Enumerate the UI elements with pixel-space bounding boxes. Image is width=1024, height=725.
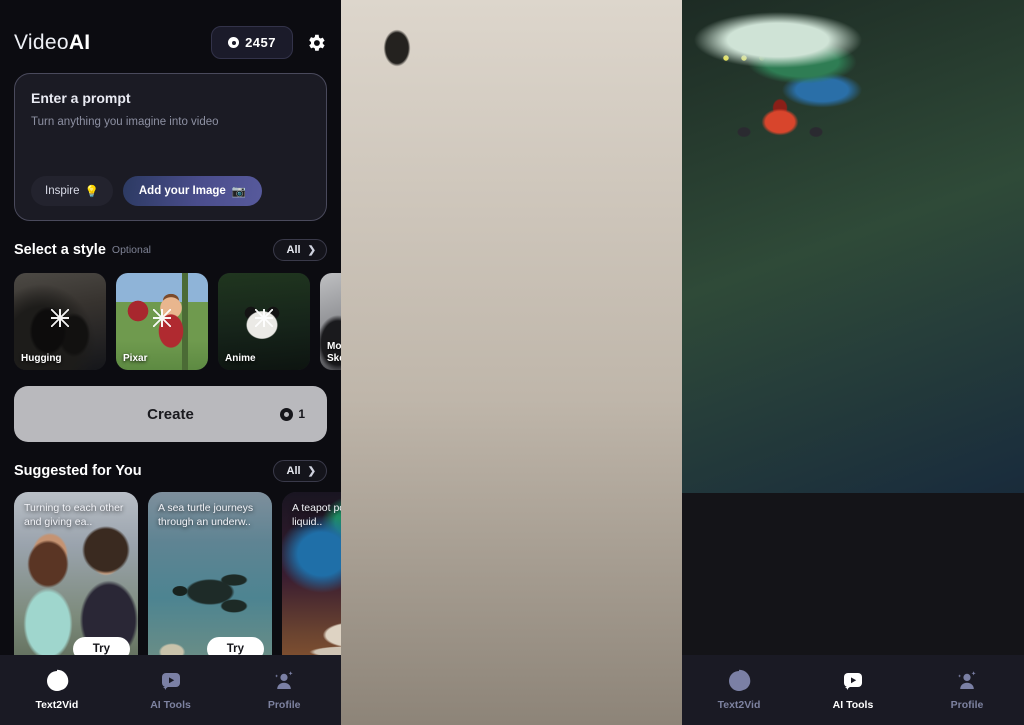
- credits-pill[interactable]: 2457: [211, 26, 293, 59]
- style-all-label: All: [286, 244, 301, 256]
- prompt-card[interactable]: Enter a prompt Turn anything you imagine…: [14, 73, 327, 221]
- spiral-icon: [727, 669, 751, 693]
- suggested-all-label: All: [286, 465, 301, 477]
- chevron-right-icon: ❯: [307, 244, 316, 256]
- gear-icon[interactable]: [305, 32, 327, 54]
- suggested-section-header: Suggested for You All ❯: [0, 460, 341, 482]
- style-section-header: Select a style Optional All ❯: [0, 239, 341, 261]
- nav-label: Text2Vid: [35, 699, 79, 711]
- style-card-anime[interactable]: Anime: [218, 273, 310, 370]
- person-sparkle-icon: [955, 669, 979, 693]
- trend-card-train[interactable]: [682, 0, 1024, 725]
- trend-card-list[interactable]: [682, 0, 1024, 725]
- right-bottom-nav: Text2Vid AI Tools Profile: [682, 655, 1024, 725]
- left-panel-text2vid: VideoAI 2457 Enter a prompt Turn anythin…: [0, 0, 341, 725]
- left-header: VideoAI 2457: [0, 0, 341, 59]
- create-cost-value: 1: [298, 407, 305, 421]
- style-card-pixar[interactable]: Pixar: [116, 273, 208, 370]
- nav-item-text2vid[interactable]: Text2Vid: [682, 669, 796, 711]
- camera-icon: 📷: [231, 186, 247, 198]
- logo-prefix: Video: [14, 30, 69, 54]
- nav-item-ai-tools[interactable]: AI Tools: [114, 669, 228, 711]
- mid-suggested-thumbs[interactable]: [341, 0, 682, 725]
- create-cost: 1: [280, 407, 305, 421]
- sparkle-icon: [153, 308, 171, 327]
- style-card-label: Anime: [225, 352, 256, 364]
- style-card-monster-sketch[interactable]: Mon Sket: [320, 273, 341, 370]
- nav-item-profile[interactable]: Profile: [910, 669, 1024, 711]
- sparkle-icon: [51, 308, 69, 327]
- person-sparkle-icon: [272, 669, 296, 693]
- suggested-card[interactable]: A sea turtle journeys through an underw.…: [148, 492, 272, 669]
- app-logo: VideoAI: [14, 31, 90, 55]
- suggested-all-button[interactable]: All ❯: [272, 460, 327, 482]
- nav-label: Text2Vid: [717, 699, 761, 711]
- suggested-card-list[interactable]: Turning to each other and giving ea.. Tr…: [0, 482, 341, 669]
- left-bottom-nav: Text2Vid AI Tools Profile: [0, 655, 341, 725]
- suggested-card[interactable]: Turning to each other and giving ea.. Tr…: [14, 492, 138, 669]
- video-sparkle-icon: [159, 669, 183, 693]
- three-panel-screenshot: VideoAI 2457 Enter a prompt Turn anythin…: [0, 0, 1024, 725]
- right-panel-ai-tools: VideoAI BUY credits Video Effect Photo A…: [682, 0, 1024, 725]
- style-card-list[interactable]: Hugging Pixar Anime Mon Sket: [0, 261, 341, 370]
- nav-label: AI Tools: [832, 699, 874, 711]
- suggested-card[interactable]: A teapot pou.. magical liquid.. Try: [282, 492, 341, 669]
- spiral-icon: [45, 669, 69, 693]
- nav-label: Profile: [267, 699, 301, 711]
- credits-value: 2457: [245, 35, 276, 50]
- inspire-button[interactable]: Inspire 💡: [31, 176, 113, 206]
- nav-item-profile[interactable]: Profile: [227, 669, 341, 711]
- coin-icon: [228, 37, 240, 48]
- style-all-button[interactable]: All ❯: [272, 239, 327, 261]
- thumbnail[interactable]: [341, 0, 682, 725]
- style-optional-label: Optional: [111, 244, 152, 256]
- suggested-caption: A teapot pou.. magical liquid..: [292, 502, 341, 529]
- suggested-caption: Turning to each other and giving ea..: [24, 502, 124, 529]
- suggested-caption: A sea turtle journeys through an underw.…: [158, 502, 254, 529]
- style-card-label: Hugging: [21, 352, 62, 364]
- mid-panel-result: Change Sound ♫ Created w: [341, 0, 682, 725]
- chevron-right-icon: ❯: [307, 465, 316, 477]
- lightbulb-icon: 💡: [84, 186, 99, 198]
- nav-item-text2vid[interactable]: Text2Vid: [0, 669, 114, 711]
- style-section-title: Select a style: [14, 242, 106, 258]
- add-your-image-button[interactable]: Add your Image 📷: [122, 176, 263, 206]
- prompt-input[interactable]: Turn anything you imagine into video: [31, 116, 310, 128]
- nav-item-ai-tools[interactable]: AI Tools: [796, 669, 910, 711]
- inspire-label: Inspire: [45, 185, 80, 197]
- video-sparkle-icon: [841, 669, 865, 693]
- create-button[interactable]: Create 1: [14, 386, 327, 442]
- sparkle-icon: [255, 308, 273, 327]
- nav-label: Profile: [950, 699, 984, 711]
- suggested-title: Suggested for You: [14, 463, 142, 479]
- logo-suffix: AI: [68, 30, 91, 54]
- prompt-title: Enter a prompt: [31, 90, 131, 106]
- add-image-label: Add your Image: [138, 185, 226, 197]
- nav-label: AI Tools: [150, 699, 191, 711]
- style-card-label: Mon Sket: [327, 341, 341, 364]
- create-label: Create: [147, 405, 194, 423]
- style-card-label: Pixar: [123, 352, 148, 364]
- coin-icon: [280, 407, 294, 421]
- prompt-actions: Inspire 💡 Add your Image 📷: [31, 176, 310, 206]
- style-card-hugging[interactable]: Hugging: [14, 273, 106, 370]
